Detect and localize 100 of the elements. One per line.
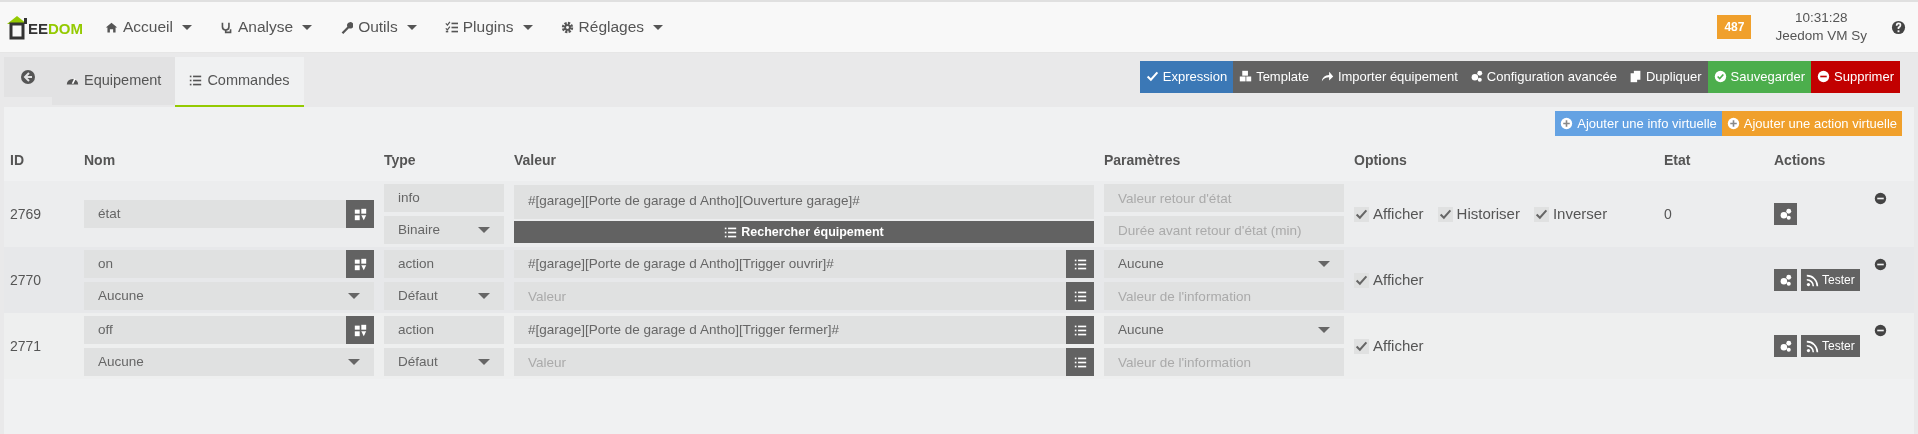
tab[interactable]: Commandes	[175, 57, 304, 107]
toolbar-button[interactable]: Template	[1233, 61, 1315, 93]
home-icon	[105, 20, 118, 34]
back-button[interactable]	[4, 57, 52, 97]
parameter-field[interactable]: Aucune	[1104, 316, 1344, 345]
command-id: 2771	[10, 337, 42, 354]
checklist-icon	[444, 20, 458, 34]
check-icon	[1534, 207, 1548, 221]
clock-time: 10:31:28	[1793, 9, 1849, 27]
option-checkbox[interactable]: Afficher	[1354, 269, 1424, 292]
menu-item[interactable]: Analyse	[206, 15, 327, 39]
parameter-field[interactable]: Aucune	[1104, 250, 1344, 279]
check-icon	[1145, 70, 1159, 84]
system-name: Jeedom VM Sy	[1775, 27, 1867, 45]
list-icon	[1073, 323, 1087, 337]
test-button[interactable]: Tester	[1801, 335, 1860, 358]
menu-item[interactable]: Accueil	[91, 15, 206, 39]
generic-type-select[interactable]: Aucune	[84, 282, 374, 311]
list-icon	[1073, 289, 1087, 303]
menu-item[interactable]: Réglages	[546, 15, 678, 39]
gears-icon	[1469, 70, 1483, 84]
toolbar-button[interactable]: Supprimer	[1811, 61, 1900, 93]
caret-icon	[302, 24, 313, 30]
column-header: Options	[1354, 152, 1407, 169]
toolbar-button[interactable]: Importer équipement	[1314, 61, 1464, 93]
test-button[interactable]: Tester	[1801, 269, 1860, 292]
remove-icon	[1874, 324, 1887, 338]
name-field[interactable]: on	[84, 250, 346, 279]
value-textarea[interactable]: #[garage][Porte de garage d Antho][Ouverture garage]#	[514, 185, 1094, 220]
icon-picker-button[interactable]	[346, 200, 374, 229]
icon-picker-button[interactable]	[346, 316, 374, 345]
caret-icon	[182, 24, 192, 30]
widgets-icon	[353, 257, 367, 271]
check-icon	[1355, 273, 1368, 287]
back-icon	[20, 69, 36, 85]
check-icon	[1355, 207, 1368, 221]
search-equipment-button[interactable]: Rechercher équipement	[514, 221, 1094, 244]
configure-button[interactable]	[1774, 335, 1797, 358]
tab[interactable]: Equipement	[52, 57, 176, 105]
caret-icon	[406, 24, 417, 30]
list-button[interactable]	[1066, 348, 1094, 377]
configure-button[interactable]	[1774, 269, 1797, 292]
subtype-select[interactable]: Binaire	[384, 216, 504, 245]
menu-item[interactable]: Plugins	[430, 15, 547, 39]
toolbar-button[interactable]: Dupliquer	[1622, 61, 1708, 93]
gears-icon	[1779, 273, 1792, 287]
list-button[interactable]	[1066, 250, 1094, 279]
generic-type-select[interactable]: Aucune	[84, 348, 374, 377]
command-id: 2770	[10, 271, 42, 288]
command-id: 2769	[10, 205, 42, 222]
column-header: ID	[10, 152, 24, 169]
toolbar-button[interactable]: Configuration avancée	[1463, 61, 1623, 93]
rss-icon	[1806, 339, 1819, 353]
caret-icon	[522, 24, 533, 30]
list-icon	[1073, 355, 1087, 369]
value-field[interactable]: #[garage][Porte de garage d Antho][Trigger ouvrir]#	[514, 250, 1066, 279]
list-icon	[189, 74, 203, 88]
plus-circle-icon	[1560, 117, 1574, 130]
rss-icon	[1806, 273, 1819, 287]
option-checkbox[interactable]: Inverser	[1533, 203, 1608, 226]
minus-circle-icon	[1817, 70, 1831, 84]
option-checkbox[interactable]: Historiser	[1437, 203, 1520, 226]
caret-icon	[653, 24, 664, 30]
name-field[interactable]: état	[84, 200, 346, 229]
remove-icon	[1874, 192, 1887, 206]
type-field[interactable]: info	[384, 184, 504, 213]
column-header: Nom	[84, 152, 116, 169]
option-checkbox[interactable]: Afficher	[1354, 203, 1424, 226]
widgets-icon	[353, 323, 367, 337]
list-icon	[724, 225, 738, 239]
type-field[interactable]: action	[384, 250, 504, 279]
subtype-select[interactable]: Défaut	[384, 348, 504, 377]
column-header: Etat	[1664, 152, 1691, 169]
logo[interactable]: EEDOM	[6, 14, 83, 40]
cubes-icon	[1239, 70, 1253, 84]
subtype-select[interactable]: Défaut	[384, 282, 504, 311]
toolbar-button[interactable]: Expression	[1139, 61, 1234, 93]
settings-icon	[560, 20, 574, 34]
option-checkbox[interactable]: Afficher	[1354, 335, 1424, 358]
list-button[interactable]	[1066, 282, 1094, 311]
configure-button[interactable]	[1774, 203, 1797, 226]
remove-icon	[1874, 258, 1887, 272]
list-button[interactable]	[1066, 316, 1094, 345]
gears-icon	[1779, 207, 1792, 221]
check-icon	[1438, 207, 1452, 221]
check-circle-icon	[1713, 70, 1727, 84]
type-field[interactable]: action	[384, 316, 504, 345]
value-field[interactable]: #[garage][Porte de garage d Antho][Trigger fermer]#	[514, 316, 1066, 345]
gears-icon	[1779, 339, 1792, 353]
plus-circle-icon	[1726, 117, 1740, 130]
column-header: Valeur	[514, 152, 557, 169]
column-header: Actions	[1774, 152, 1826, 169]
list-icon	[1073, 257, 1087, 271]
icon-picker-button[interactable]	[346, 250, 374, 279]
stethoscope-icon	[220, 20, 233, 34]
widgets-icon	[353, 207, 367, 221]
name-field[interactable]: off	[84, 316, 346, 345]
copy-icon	[1628, 70, 1642, 84]
menu-item[interactable]: Outils	[326, 15, 431, 39]
logo-icon	[6, 14, 28, 40]
